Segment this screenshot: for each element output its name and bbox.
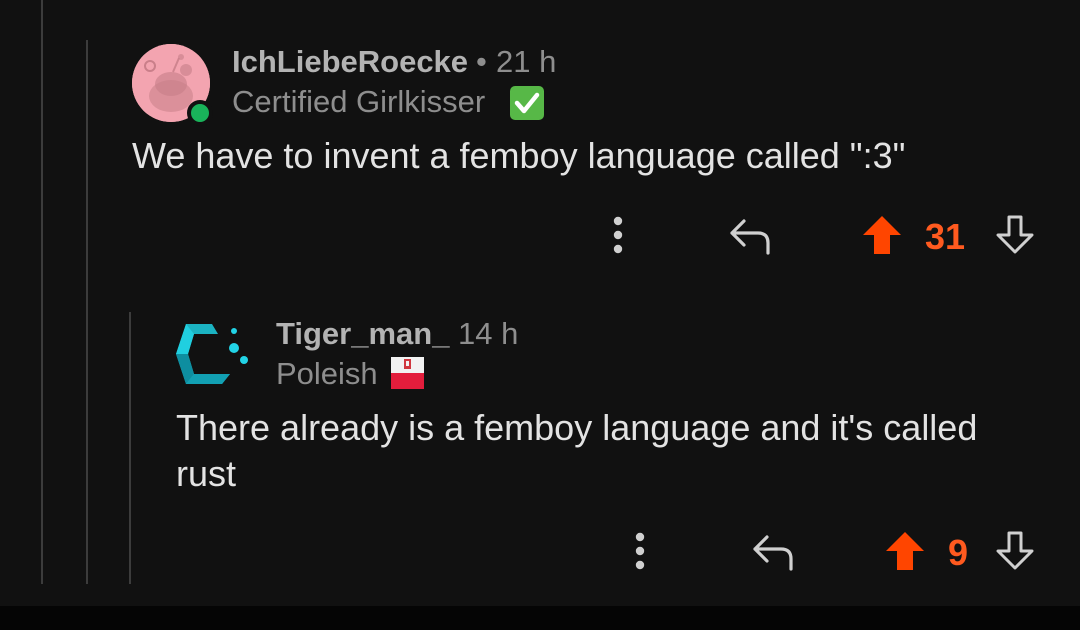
online-status-dot: [187, 100, 213, 126]
comment-thread: IchLiebeRoecke • 21 h Certified Girlkiss…: [0, 0, 1080, 630]
vote-count: 9: [948, 532, 969, 573]
poland-flag-icon: [391, 357, 424, 389]
more-options-icon[interactable]: [625, 528, 655, 574]
user-flair: Certified Girlkisser: [232, 84, 486, 119]
comment-body-line-1: There already is a femboy language and i…: [176, 407, 978, 448]
avatar[interactable]: [172, 318, 256, 390]
more-options-icon[interactable]: [603, 212, 633, 258]
upvote-icon[interactable]: [883, 528, 927, 574]
comment-body-line-2: rust: [176, 453, 237, 494]
c-logo-avatar-icon: [176, 324, 248, 384]
timestamp: 14 h: [458, 316, 519, 351]
meta-separator: •: [476, 44, 487, 79]
vote-count: 31: [925, 216, 966, 257]
downvote-icon[interactable]: [993, 528, 1037, 574]
bottom-bar: [0, 606, 1080, 630]
check-mark-icon: [510, 86, 544, 120]
reply-icon[interactable]: [726, 212, 774, 258]
thread-line-level-1[interactable]: [86, 40, 88, 584]
comment-body: We have to invent a femboy language call…: [132, 135, 906, 176]
username[interactable]: Tiger_man_: [276, 316, 449, 352]
thread-line-root[interactable]: [41, 0, 43, 584]
username[interactable]: IchLiebeRoecke: [232, 44, 468, 80]
thread-line-level-2[interactable]: [129, 312, 131, 584]
user-flair: Poleish: [276, 356, 378, 391]
downvote-icon[interactable]: [993, 212, 1037, 258]
reply-icon[interactable]: [749, 528, 797, 574]
timestamp: 21 h: [496, 44, 557, 79]
upvote-icon[interactable]: [860, 212, 904, 258]
